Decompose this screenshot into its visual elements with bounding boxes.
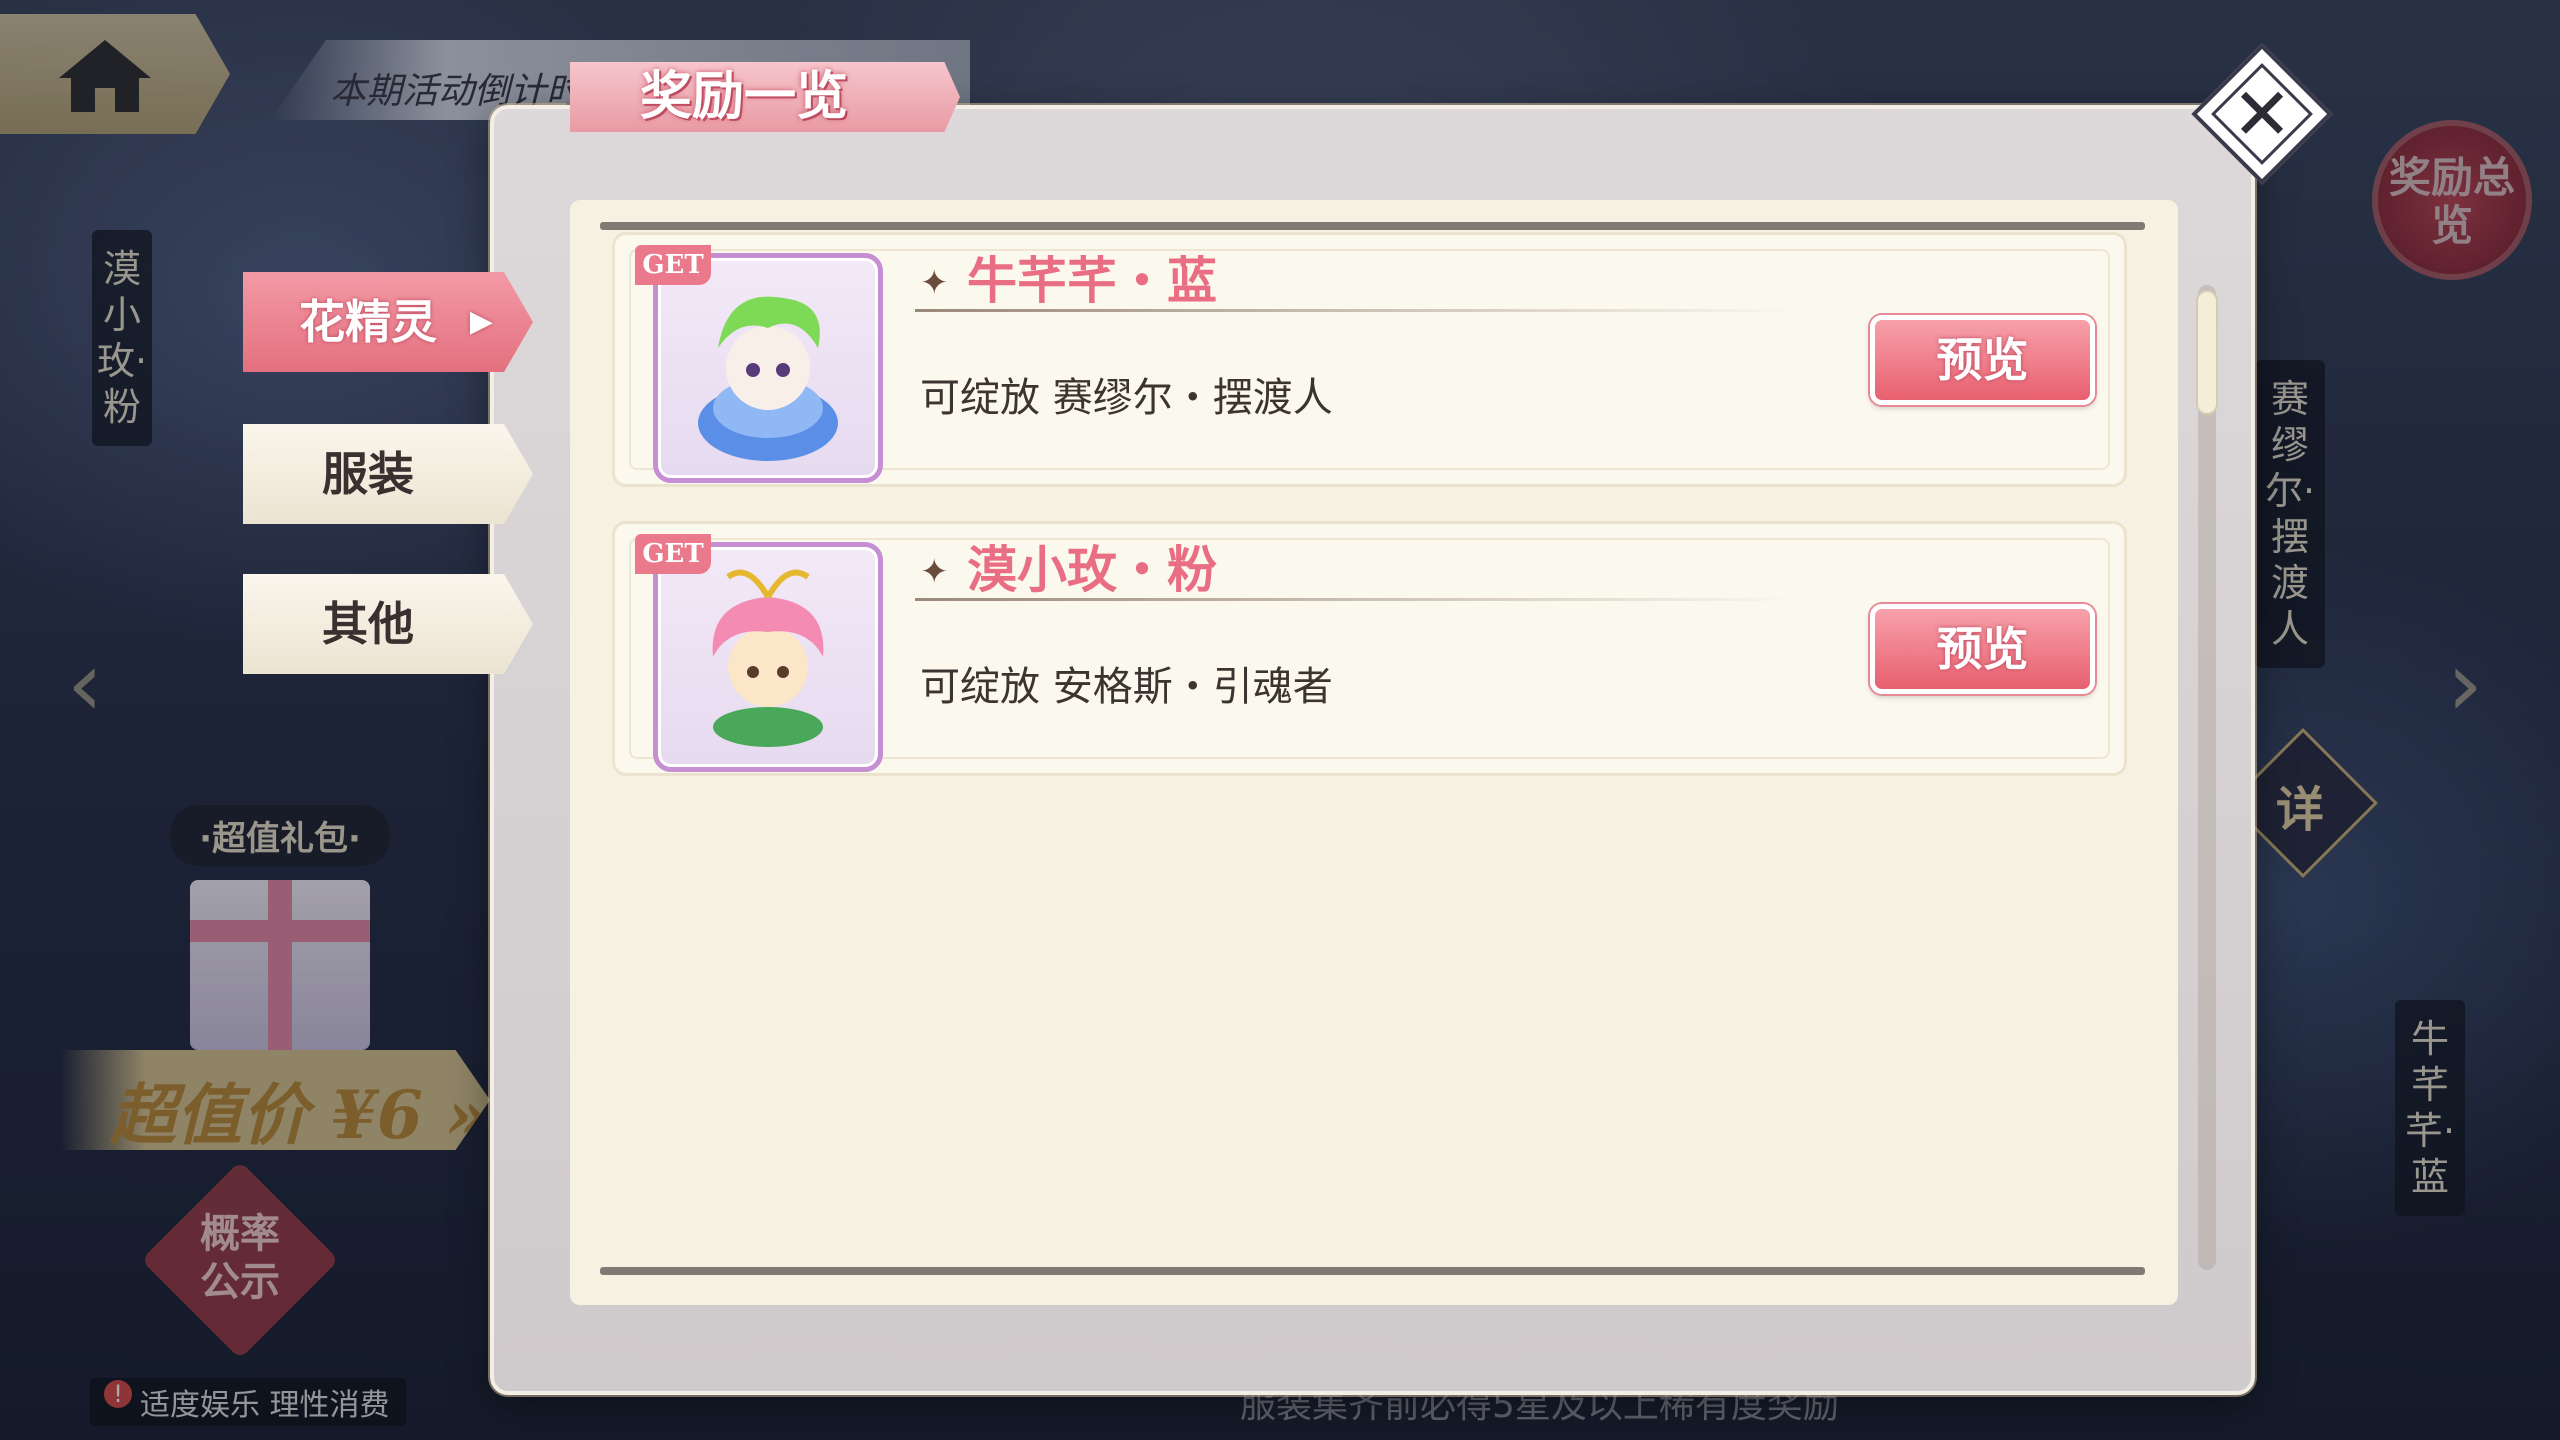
reward-description: 可绽放 赛缪尔・摆渡人: [920, 375, 1333, 421]
modal-title: 奖励一览: [640, 66, 849, 127]
panel-divider-top: [600, 222, 2145, 230]
get-badge: GET: [635, 534, 711, 574]
preview-button[interactable]: 预览: [1870, 315, 2095, 405]
sparkle-icon: ✦: [920, 263, 949, 303]
tab-label: 服装: [322, 447, 414, 501]
tab-flower-spirit[interactable]: 花精灵 ▶: [243, 272, 533, 372]
chevron-right-icon: ▶: [469, 304, 493, 339]
tab-label: 其他: [322, 597, 414, 651]
scrollbar-track[interactable]: [2198, 285, 2216, 1270]
flower-spirit-pink-icon[interactable]: [653, 542, 883, 772]
reward-card: GET ✦ 漠小玫・粉 可绽放 安格斯・引魂者 预览: [612, 521, 2127, 776]
close-icon[interactable]: ✕: [2222, 78, 2302, 150]
get-badge: GET: [635, 245, 711, 285]
preview-button[interactable]: 预览: [1870, 604, 2095, 694]
scrollbar-thumb[interactable]: [2196, 290, 2218, 415]
reward-name: 漠小玫・粉: [967, 541, 1217, 599]
reward-card: GET ✦ 牛芊芊・蓝 可绽放 赛缪尔・摆渡人 预览: [612, 232, 2127, 487]
panel-divider-bottom: [600, 1267, 2145, 1275]
reward-name: 牛芊芊・蓝: [967, 252, 1217, 310]
sparkle-icon: ✦: [920, 552, 949, 592]
tab-outfit[interactable]: 服装: [243, 424, 533, 524]
flower-spirit-blue-icon[interactable]: [653, 253, 883, 483]
reward-description: 可绽放 安格斯・引魂者: [920, 664, 1333, 710]
tab-label: 花精灵: [299, 295, 437, 349]
tab-other[interactable]: 其他: [243, 574, 533, 674]
